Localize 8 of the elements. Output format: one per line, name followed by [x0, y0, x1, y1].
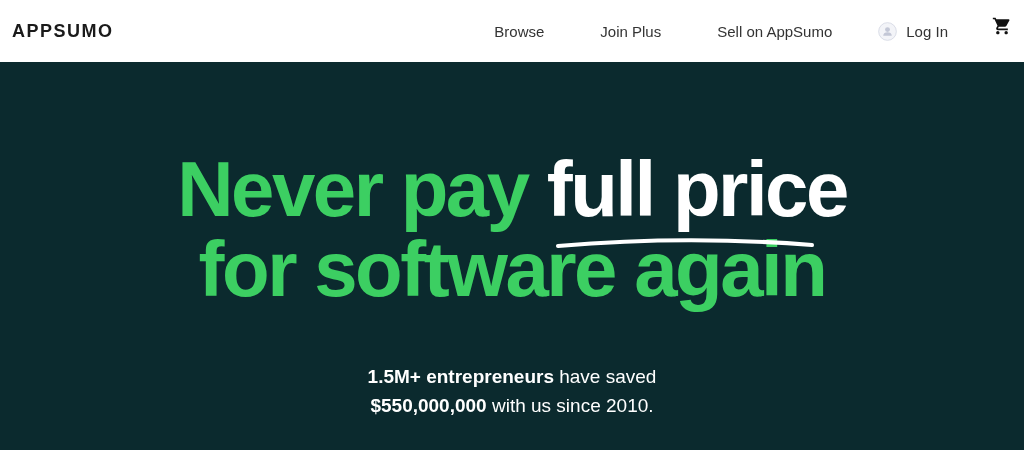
cart-icon[interactable]: [992, 16, 1012, 36]
nav-link[interactable]: Sell on AppSumo: [717, 22, 833, 40]
tagline: 1.5M+ entrepreneurs have saved: [367, 365, 657, 389]
nav-link[interactable]: Join Plus: [600, 22, 662, 40]
login-link[interactable]: Log In: [906, 22, 948, 40]
nav-link[interactable]: Browse: [494, 22, 545, 40]
tagline: $550,000,000 with us since 2010.: [369, 394, 655, 418]
logo[interactable]: APPSUMO: [12, 20, 114, 42]
